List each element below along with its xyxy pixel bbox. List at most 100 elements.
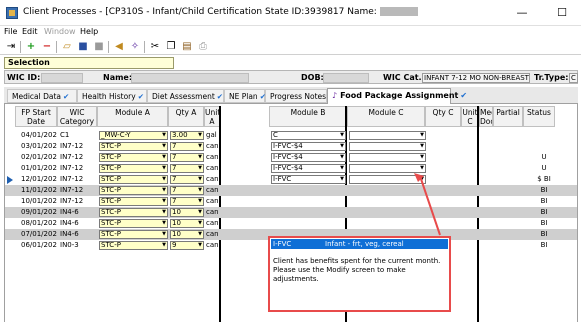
cut-icon[interactable]: ✂	[148, 40, 162, 54]
module-a-select[interactable]: STC-P ▼	[99, 142, 168, 151]
tools-icon[interactable]: ✧	[128, 40, 142, 54]
qty-a-select[interactable]: 7 ▼	[170, 164, 204, 173]
qty-a-select[interactable]: 3.00 ▼	[170, 131, 204, 140]
qty-a-select[interactable]: 9 ▼	[170, 241, 204, 250]
table-row[interactable]: 10/01/2023IN7-12STC-P▼7▼canBI	[5, 196, 577, 207]
qty-a-select[interactable]: 7 ▼	[170, 153, 204, 162]
cell-unit-a: gal	[206, 131, 217, 139]
print-icon[interactable]: ⎙	[196, 40, 210, 54]
module-b-select[interactable]: I-FVC-$4 ▼	[271, 142, 346, 151]
header-qty-c[interactable]: Qty C	[425, 106, 461, 127]
module-a-select[interactable]: STC-P ▼	[99, 186, 168, 195]
dropdown-option-selected[interactable]: I-FVC Infant - frt, veg, cereal	[271, 239, 448, 249]
module-a-select[interactable]: STC-P ▼	[99, 197, 168, 206]
cell-status: BI	[540, 197, 548, 205]
module-a-select[interactable]: STC-P ▼	[99, 219, 168, 228]
header-med-doc[interactable]: Med Doc	[479, 106, 493, 127]
qty-a-select[interactable]: 10 ▼	[170, 208, 204, 217]
header-module-a[interactable]: Module A	[97, 106, 168, 127]
module-a-select[interactable]: STC-P ▼	[99, 208, 168, 217]
tab-health-history[interactable]: Health History ✔	[77, 89, 147, 103]
header-qty-a[interactable]: Qty A	[168, 106, 204, 127]
chevron-down-icon: ▼	[162, 165, 166, 171]
table-row[interactable]: 12/01/2023IN7-12STC-P▼7▼canI-FVC▼▼$ BI	[5, 174, 577, 185]
header-module-c[interactable]: Module C	[347, 106, 425, 127]
module-b-select[interactable]: I-FVC-$4 ▼	[271, 153, 346, 162]
remove-icon[interactable]: −	[40, 40, 54, 54]
cell-wic-category: IN0-3	[60, 241, 79, 249]
window-title: Client Processes - [CP310S - Infant/Chil…	[23, 7, 418, 17]
cell-fp-start-date: 04/01/2024	[21, 131, 57, 139]
module-a-select[interactable]: STC-P ▼	[99, 230, 168, 239]
back-icon[interactable]: ◀	[112, 40, 126, 54]
open-folder-icon[interactable]: ▱	[60, 40, 74, 54]
tab-medical-data[interactable]: Medical Data ✔	[7, 89, 77, 103]
qty-a-select[interactable]: 10 ▼	[170, 219, 204, 228]
cell-wic-category: IN7-12	[60, 164, 84, 172]
header-unit-a[interactable]: Unit A	[204, 106, 220, 127]
module-c-select[interactable]: ▼	[349, 164, 426, 173]
qty-a-value: 7	[172, 175, 177, 183]
header-status[interactable]: Status	[523, 106, 555, 127]
cell-unit-a: can	[206, 230, 219, 238]
copy-icon[interactable]: ❐	[164, 40, 178, 54]
module-a-value: STC-P	[101, 164, 121, 172]
qty-a-select[interactable]: 7 ▼	[170, 175, 204, 184]
app-icon	[6, 7, 18, 19]
module-b-select[interactable]: I-FVC-$4 ▼	[271, 164, 346, 173]
qty-a-select[interactable]: 10 ▼	[170, 230, 204, 239]
qty-a-value: 7	[172, 142, 177, 150]
tab-food-package-assignment[interactable]: ♪ Food Package Assignment ✔	[327, 88, 467, 104]
cell-status: BI	[540, 208, 548, 216]
table-row[interactable]: 03/01/2024IN7-12STC-P▼7▼canI-FVC-$4▼▼	[5, 141, 577, 152]
minimize-button[interactable]: —	[502, 0, 542, 26]
menu-bar: File Edit Window Help	[0, 26, 581, 39]
qty-a-select[interactable]: 7 ▼	[170, 186, 204, 195]
qty-a-value: 7	[172, 153, 177, 161]
cell-status: BI	[540, 186, 548, 194]
tab-diet-assessment[interactable]: Diet Assessment ✔	[147, 89, 224, 103]
add-icon[interactable]: +	[24, 40, 38, 54]
menu-edit[interactable]: Edit	[22, 27, 38, 36]
save-disabled-icon[interactable]: ■	[92, 40, 106, 54]
maximize-button[interactable]: ☐	[542, 0, 581, 26]
module-b-select[interactable]: C ▼	[271, 131, 346, 140]
module-c-select[interactable]: ▼	[349, 153, 426, 162]
module-c-select[interactable]: ▼	[349, 175, 426, 184]
table-row[interactable]: 02/01/2024IN7-12STC-P▼7▼canI-FVC-$4▼▼U	[5, 152, 577, 163]
table-row[interactable]: 04/01/2024C1_MW-C-Y▼3.00▼galC▼▼	[5, 130, 577, 141]
header-wic-category[interactable]: WIC Category	[57, 106, 97, 127]
qty-a-select[interactable]: 7 ▼	[170, 142, 204, 151]
header-module-b[interactable]: Module B	[269, 106, 347, 127]
qty-a-select[interactable]: 7 ▼	[170, 197, 204, 206]
module-c-select[interactable]: ▼	[349, 142, 426, 151]
save-icon[interactable]: ■	[76, 40, 90, 54]
module-a-select[interactable]: STC-P ▼	[99, 241, 168, 250]
module-a-select[interactable]: STC-P ▼	[99, 164, 168, 173]
module-b-select[interactable]: I-FVC ▼	[271, 175, 346, 184]
paste-icon[interactable]: ▤	[180, 40, 194, 54]
module-a-select[interactable]: STC-P ▼	[99, 175, 168, 184]
tab-ne-plan[interactable]: NE Plan ✔	[224, 89, 266, 103]
exit-icon[interactable]: ⇥	[4, 40, 18, 54]
tab-progress-notes[interactable]: Progress Notes	[265, 89, 327, 103]
module-a-value: STC-P	[101, 153, 121, 161]
module-a-select[interactable]: _MW-C-Y ▼	[99, 131, 168, 140]
header-fp-start-date[interactable]: FP Start Date	[15, 106, 57, 127]
module-a-select[interactable]: STC-P ▼	[99, 153, 168, 162]
table-row[interactable]: 09/01/2023IN4-6 STC-P ▼ 10 ▼ can BI	[5, 207, 577, 218]
cell-unit-a: can	[206, 241, 219, 249]
menu-help[interactable]: Help	[80, 27, 98, 36]
menu-window[interactable]: Window	[44, 27, 76, 36]
menu-file[interactable]: File	[4, 27, 17, 36]
module-c-select[interactable]: ▼	[349, 131, 426, 140]
chevron-down-icon: ▼	[162, 231, 166, 237]
table-row[interactable]: 08/01/2023IN4-6 STC-P ▼ 10 ▼ can BI	[5, 218, 577, 229]
table-row[interactable]: 01/01/2024IN7-12STC-P▼7▼canI-FVC-$4▼▼U	[5, 163, 577, 174]
window-title-text: Client Processes - [CP310S - Infant/Chil…	[23, 7, 377, 17]
current-row-indicator-icon	[7, 176, 13, 184]
wic-id-label: WIC ID:	[7, 73, 41, 82]
chevron-down-icon: ▼	[162, 242, 166, 248]
header-partial[interactable]: Partial	[493, 106, 523, 127]
table-row[interactable]: 11/01/2023IN7-12STC-P▼7▼canBI	[5, 185, 577, 196]
